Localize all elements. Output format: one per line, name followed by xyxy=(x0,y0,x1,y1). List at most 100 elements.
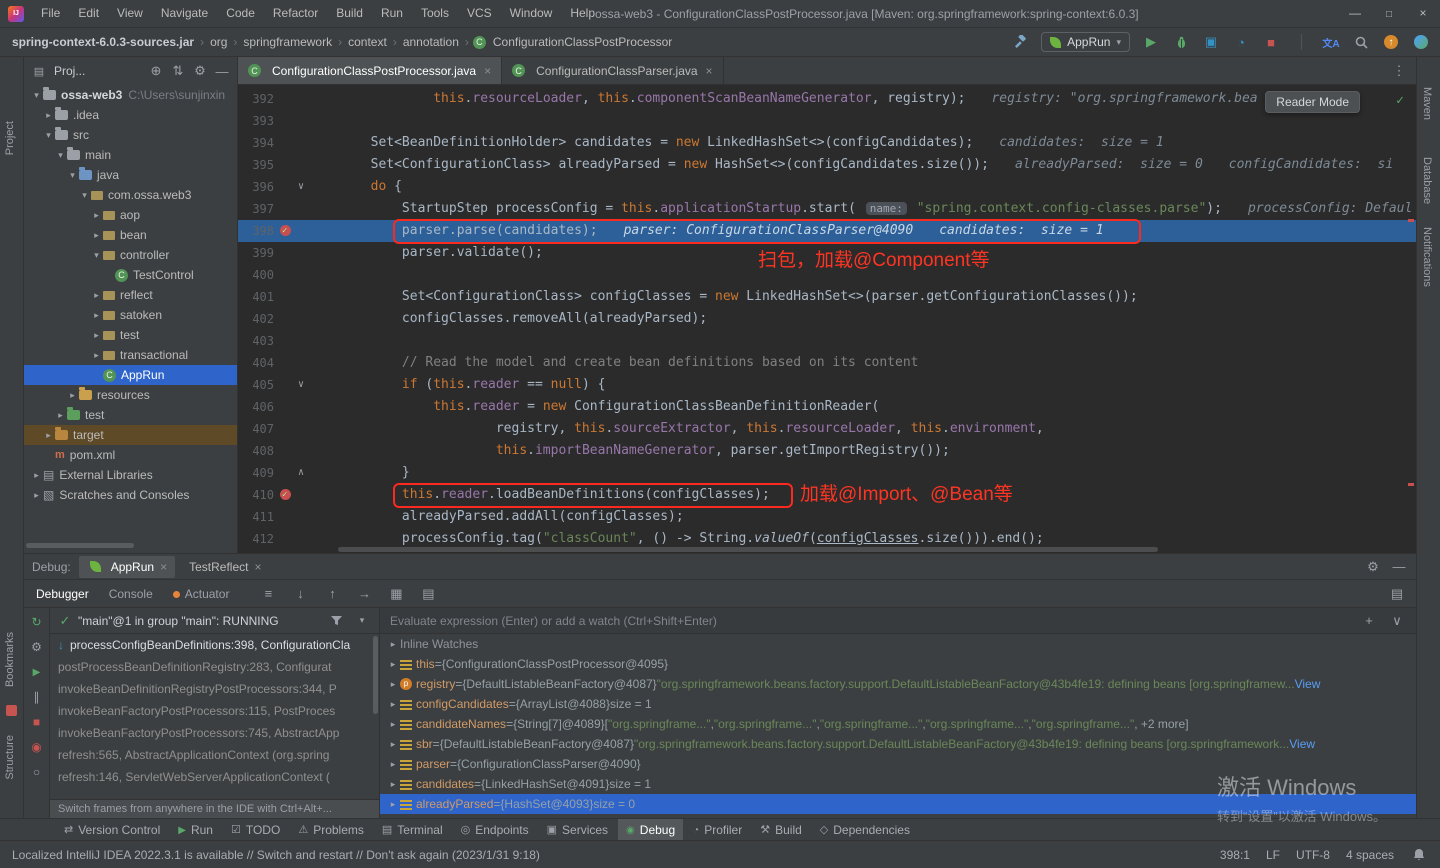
pause-icon[interactable]: ∥ xyxy=(29,689,45,705)
chevron-right-icon[interactable]: ▸ xyxy=(386,694,400,714)
tree-item--idea[interactable]: ▸ .idea xyxy=(24,105,237,125)
toolwindow-button-endpoints[interactable]: ◎ Endpoints xyxy=(453,819,537,841)
code-editor[interactable]: 392 this.resourceLoader, this.componentS… xyxy=(238,85,1416,553)
bell-icon[interactable] xyxy=(1410,846,1428,864)
tab-console[interactable]: Console xyxy=(107,587,155,601)
line-number[interactable]: 397 xyxy=(238,198,278,220)
tree-item-bean[interactable]: ▸ bean xyxy=(24,225,237,245)
stack-frame[interactable]: ↓ processConfigBeanDefinitions:398, Confi… xyxy=(50,634,379,656)
close-icon[interactable]: × xyxy=(706,64,713,78)
tree-item-controller[interactable]: ▾ controller xyxy=(24,245,237,265)
tree-item-transactional[interactable]: ▸ transactional xyxy=(24,345,237,365)
view-link[interactable]: View xyxy=(1289,734,1315,754)
project-horizontal-scrollbar[interactable] xyxy=(26,543,134,548)
tool-stripe-bookmarks[interactable]: Bookmarks xyxy=(4,632,16,687)
breadcrumb-item[interactable]: spring-context-6.0.3-sources.jar xyxy=(10,35,196,49)
watches-group[interactable]: ▸ Inline Watches xyxy=(380,634,1416,654)
code-line[interactable]: 392 this.resourceLoader, this.componentS… xyxy=(238,88,1416,110)
tree-item-scratches-and-consoles[interactable]: ▸ ▧ Scratches and Consoles xyxy=(24,485,237,505)
inspections-ok-icon[interactable]: ✓ xyxy=(1396,93,1404,108)
view-breakpoints-icon[interactable]: ◉ xyxy=(29,739,45,755)
step-down-icon[interactable]: ↓ xyxy=(291,585,309,603)
chevron-right-icon[interactable]: ▸ xyxy=(90,210,103,221)
breadcrumb-item[interactable]: annotation xyxy=(401,35,461,49)
hide-icon[interactable]: — xyxy=(1390,558,1408,576)
coverage-icon[interactable]: ▣ xyxy=(1202,33,1220,51)
editor-tab[interactable]: C ConfigurationClassParser.java × xyxy=(502,57,724,84)
breadcrumb-item[interactable]: springframework xyxy=(241,35,334,49)
chevron-down-icon[interactable]: ▾ xyxy=(42,130,55,141)
chevron-right-icon[interactable]: ▸ xyxy=(386,714,400,734)
chevron-down-icon[interactable]: ▾ xyxy=(90,250,103,261)
rerun-icon[interactable]: ↻ xyxy=(29,614,45,630)
chevron-right-icon[interactable]: ▸ xyxy=(90,350,103,361)
code-line[interactable]: 403 xyxy=(238,330,1416,352)
add-icon[interactable]: + xyxy=(1360,612,1378,630)
line-number[interactable]: 406 xyxy=(238,396,278,418)
minimize-window-button[interactable]: — xyxy=(1338,0,1372,28)
caret-position[interactable]: 398:1 xyxy=(1220,848,1250,862)
view-link[interactable]: View xyxy=(1295,674,1321,694)
line-number[interactable]: 401 xyxy=(238,286,278,308)
line-number[interactable]: 394 xyxy=(238,132,278,154)
tree-item-aop[interactable]: ▸ aop xyxy=(24,205,237,225)
tree-item-reflect[interactable]: ▸ reflect xyxy=(24,285,237,305)
chevron-right-icon[interactable]: ▸ xyxy=(66,390,79,401)
tree-item-test[interactable]: ▸ test xyxy=(24,325,237,345)
menu-window[interactable]: Window xyxy=(501,0,562,27)
code-line[interactable]: 396 ∨ do { xyxy=(238,176,1416,198)
line-number[interactable]: 402 xyxy=(238,308,278,330)
evaluate-expression-input[interactable]: Evaluate expression (Enter) or add a wat… xyxy=(380,608,1416,634)
menu-code[interactable]: Code xyxy=(217,0,264,27)
code-line[interactable]: 401 Set<ConfigurationClass> configClasse… xyxy=(238,286,1416,308)
code-line[interactable]: 404 // Read the model and create bean de… xyxy=(238,352,1416,374)
tree-item-test[interactable]: ▸ test xyxy=(24,405,237,425)
stack-frame[interactable]: invokeBeanFactoryPostProcessors:745, Abs… xyxy=(50,722,379,744)
stack-frame[interactable]: invokeBeanDefinitionRegistryPostProcesso… xyxy=(50,678,379,700)
variable-row-parser[interactable]: ▸ parser = {ConfigurationClassParser@4090… xyxy=(380,754,1416,774)
status-message[interactable]: Localized IntelliJ IDEA 2022.3.1 is avai… xyxy=(12,848,540,862)
chevron-right-icon[interactable]: ▸ xyxy=(90,230,103,241)
debug-bug-icon[interactable] xyxy=(1172,33,1190,51)
filter-icon[interactable] xyxy=(327,612,345,630)
chevron-right-icon[interactable]: ▸ xyxy=(386,774,400,794)
settings-wrench-icon[interactable]: ⚙ xyxy=(29,639,45,655)
variable-row-sbr[interactable]: ▸ sbr = {DefaultListableBeanFactory@4087}… xyxy=(380,734,1416,754)
close-icon[interactable]: × xyxy=(484,64,491,78)
chevron-right-icon[interactable]: ▸ xyxy=(54,410,67,421)
settings-icon[interactable]: ⚙ xyxy=(191,62,209,80)
menu-run[interactable]: Run xyxy=(372,0,412,27)
debug-session-tab[interactable]: AppRun × xyxy=(78,555,176,578)
search-icon[interactable] xyxy=(1352,33,1370,51)
breakpoint-icon[interactable]: ✓ xyxy=(278,484,294,506)
chevron-right-icon[interactable]: ▸ xyxy=(90,330,103,341)
code-line[interactable]: 408 this.importBeanNameGenerator, parser… xyxy=(238,440,1416,462)
stack-frame[interactable]: refresh:146, ServletWebServerApplication… xyxy=(50,766,379,788)
thread-selector[interactable]: "main"@1 in group "main": RUNNING xyxy=(78,614,321,628)
indent-style[interactable]: 4 spaces xyxy=(1346,848,1394,862)
run-icon[interactable]: ▶ xyxy=(1142,33,1160,51)
menu-icon[interactable]: ≡ xyxy=(259,585,277,603)
collapse-all-icon[interactable]: ⇅ xyxy=(169,62,187,80)
update-icon[interactable]: ↑ xyxy=(1382,33,1400,51)
code-line[interactable]: 409 ∧ } xyxy=(238,462,1416,484)
maximize-window-button[interactable]: □ xyxy=(1372,0,1406,28)
toolwindow-button-todo[interactable]: ☑ TODO xyxy=(223,819,288,841)
tree-item-resources[interactable]: ▸ resources xyxy=(24,385,237,405)
chevron-down-icon[interactable]: ▾ xyxy=(66,170,79,181)
line-number[interactable]: 409 xyxy=(238,462,278,484)
chevron-right-icon[interactable]: ▸ xyxy=(42,110,55,121)
tree-item-target[interactable]: ▸ target xyxy=(24,425,237,445)
chevron-right-icon[interactable]: ▸ xyxy=(42,430,55,441)
code-line[interactable]: 400 xyxy=(238,264,1416,286)
tree-item-testcontrol[interactable]: C TestControl xyxy=(24,265,237,285)
menu-build[interactable]: Build xyxy=(327,0,372,27)
more-icon[interactable]: ⋮ xyxy=(1390,62,1408,80)
editor-tab[interactable]: C ConfigurationClassPostProcessor.java × xyxy=(238,57,503,84)
code-line[interactable]: 394 Set<BeanDefinitionHolder> candidates… xyxy=(238,132,1416,154)
variable-row-candidates[interactable]: ▸ candidates = {LinkedHashSet@4091} size … xyxy=(380,774,1416,794)
tree-item-main[interactable]: ▾ main xyxy=(24,145,237,165)
console-output-icon[interactable]: ▤ xyxy=(1388,585,1406,603)
stop-icon[interactable]: ■ xyxy=(29,714,45,730)
line-number[interactable]: 412 xyxy=(238,528,278,550)
